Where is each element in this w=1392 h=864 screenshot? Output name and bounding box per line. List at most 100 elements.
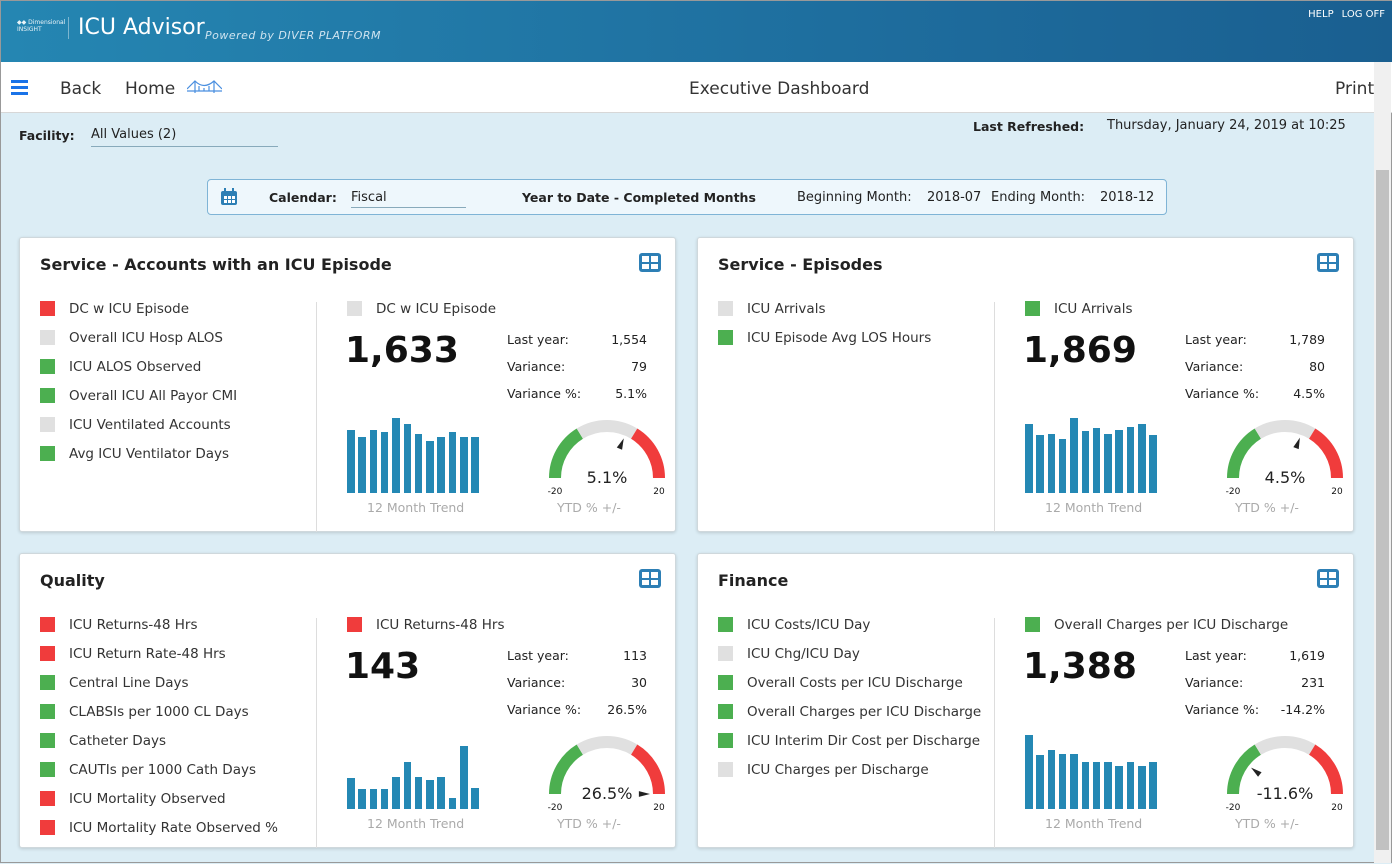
metric-item[interactable]: ICU ALOS Observed xyxy=(40,359,237,388)
status-indicator xyxy=(40,330,55,345)
gauge-min: -20 xyxy=(548,487,563,497)
trend-bar xyxy=(1104,762,1112,809)
metric-item[interactable]: Overall ICU Hosp ALOS xyxy=(40,330,237,359)
metric-item[interactable]: DC w ICU Episode xyxy=(40,301,237,330)
variance-value: 80 xyxy=(1309,359,1325,374)
bridge-icon[interactable] xyxy=(187,79,222,95)
status-indicator xyxy=(718,330,733,345)
trend-caption: 12 Month Trend xyxy=(1045,816,1143,831)
metric-item[interactable]: Avg ICU Ventilator Days xyxy=(40,446,237,475)
gauge-needle xyxy=(638,791,650,797)
kpi-card: Quality ICU Returns-48 Hrs ICU Return Rat… xyxy=(19,553,676,848)
metric-label: ICU Return Rate-48 Hrs xyxy=(69,646,226,662)
trend-bar xyxy=(471,788,479,809)
last-year-value: 113 xyxy=(623,648,647,663)
trend-bar xyxy=(380,432,389,493)
gauge-neutral-zone xyxy=(1254,736,1316,755)
ytd-gauge: 4.5% -20 20 xyxy=(1226,420,1343,497)
metric-item[interactable]: ICU Mortality Rate Observed % xyxy=(40,820,278,849)
trend-bar xyxy=(1138,424,1146,493)
metric-label: ICU Returns-48 Hrs xyxy=(69,617,198,633)
metric-item[interactable]: ICU Ventilated Accounts xyxy=(40,417,237,446)
gauge-neutral-zone xyxy=(1254,420,1316,439)
end-month-label: Ending Month: xyxy=(991,190,1086,205)
facility-select[interactable]: All Values (2) xyxy=(91,127,278,147)
kpi-card: Service - Accounts with an ICU Episode D… xyxy=(19,237,676,532)
comparison-stats: Last year: 113 Variance: 30 Variance %: 26.… xyxy=(507,648,647,729)
metric-label: ICU Mortality Rate Observed % xyxy=(69,820,278,836)
metric-value: 1,869 xyxy=(1023,330,1137,371)
ytd-gauge: 26.5% -20 20 xyxy=(548,736,665,813)
variance-label: Variance: xyxy=(507,359,566,374)
scrollbar-thumb[interactable] xyxy=(1376,170,1389,850)
help-link[interactable]: HELP xyxy=(1308,9,1333,20)
variance-label: Variance: xyxy=(507,675,566,690)
status-indicator xyxy=(40,646,55,661)
metric-item[interactable]: CLABSIs per 1000 CL Days xyxy=(40,704,278,733)
gauge-caption: YTD % +/- xyxy=(557,816,621,831)
variance-pct-label: Variance %: xyxy=(1185,702,1260,717)
calendar-select[interactable]: Fiscal xyxy=(351,190,466,208)
metric-item[interactable]: Overall Charges per ICU Discharge xyxy=(718,704,981,733)
hamburger-menu-icon[interactable] xyxy=(11,80,28,98)
metric-list: ICU Costs/ICU Day ICU Chg/ICU Day Overall … xyxy=(718,617,981,791)
trend-bar xyxy=(414,777,423,809)
selected-metric-label: ICU Returns-48 Hrs xyxy=(376,617,505,633)
table-view-icon[interactable] xyxy=(1317,569,1339,588)
status-indicator xyxy=(347,301,362,316)
trend-bar xyxy=(426,441,434,493)
metric-item[interactable]: ICU Costs/ICU Day xyxy=(718,617,981,646)
selected-metric: ICU Returns-48 Hrs xyxy=(347,617,505,633)
table-view-icon[interactable] xyxy=(639,253,661,272)
table-view-icon[interactable] xyxy=(1317,253,1339,272)
metric-item[interactable]: ICU Episode Avg LOS Hours xyxy=(718,330,931,359)
metric-item[interactable]: ICU Returns-48 Hrs xyxy=(40,617,278,646)
print-link[interactable]: Print xyxy=(1335,79,1374,99)
metric-label: Catheter Days xyxy=(69,733,166,749)
metric-item[interactable]: ICU Mortality Observed xyxy=(40,791,278,820)
metric-label: CLABSIs per 1000 CL Days xyxy=(69,704,249,720)
metric-item[interactable]: Catheter Days xyxy=(40,733,278,762)
gauge-red-zone xyxy=(630,428,665,479)
trend-bar xyxy=(1036,435,1044,493)
metric-label: Central Line Days xyxy=(69,675,189,691)
table-view-icon[interactable] xyxy=(639,569,661,588)
back-link[interactable]: Back xyxy=(60,79,101,99)
metric-label: Overall ICU All Payor CMI xyxy=(69,388,238,404)
company-logo: ◆◆ Dimensional INSIGHT xyxy=(17,19,66,33)
divider xyxy=(316,618,317,848)
metric-item[interactable]: CAUTIs per 1000 Cath Days xyxy=(40,762,278,791)
log-off-link[interactable]: LOG OFF xyxy=(1342,9,1385,20)
trend-bar xyxy=(1092,428,1101,493)
ytd-gauge: 5.1% -20 20 xyxy=(548,420,665,497)
ytd-gauge: -11.6% -20 20 xyxy=(1226,736,1343,813)
trend-bar xyxy=(1149,762,1157,809)
trend-bar xyxy=(1115,766,1123,809)
metric-item[interactable]: ICU Interim Dir Cost per Discharge xyxy=(718,733,981,762)
status-indicator xyxy=(718,646,733,661)
metric-item[interactable]: ICU Arrivals xyxy=(718,301,931,330)
last-year-value: 1,554 xyxy=(611,332,647,347)
metric-label: DC w ICU Episode xyxy=(69,301,190,317)
home-link[interactable]: Home xyxy=(125,79,175,99)
metric-item[interactable]: ICU Charges per Discharge xyxy=(718,762,981,791)
status-indicator xyxy=(1025,617,1040,632)
selected-metric: DC w ICU Episode xyxy=(347,301,496,317)
status-indicator xyxy=(40,733,55,748)
metric-label: ICU Costs/ICU Day xyxy=(747,617,871,633)
gauge-red-zone xyxy=(1308,744,1343,795)
metric-item[interactable]: ICU Chg/ICU Day xyxy=(718,646,981,675)
last-year-label: Last year: xyxy=(1185,332,1247,347)
gauge-red-zone xyxy=(1308,428,1343,479)
trend-bar xyxy=(1081,762,1089,809)
metric-item[interactable]: Central Line Days xyxy=(40,675,278,704)
metric-item[interactable]: Overall Costs per ICU Discharge xyxy=(718,675,981,704)
scrollbar[interactable] xyxy=(1374,62,1391,863)
metric-item[interactable]: Overall ICU All Payor CMI xyxy=(40,388,237,417)
calendar-icon[interactable] xyxy=(220,188,238,206)
gauge-max: 20 xyxy=(1331,803,1343,813)
metric-item[interactable]: ICU Return Rate-48 Hrs xyxy=(40,646,278,675)
gauge-min: -20 xyxy=(1226,803,1241,813)
trend-bar xyxy=(1126,762,1135,809)
trend-bar xyxy=(369,430,378,493)
